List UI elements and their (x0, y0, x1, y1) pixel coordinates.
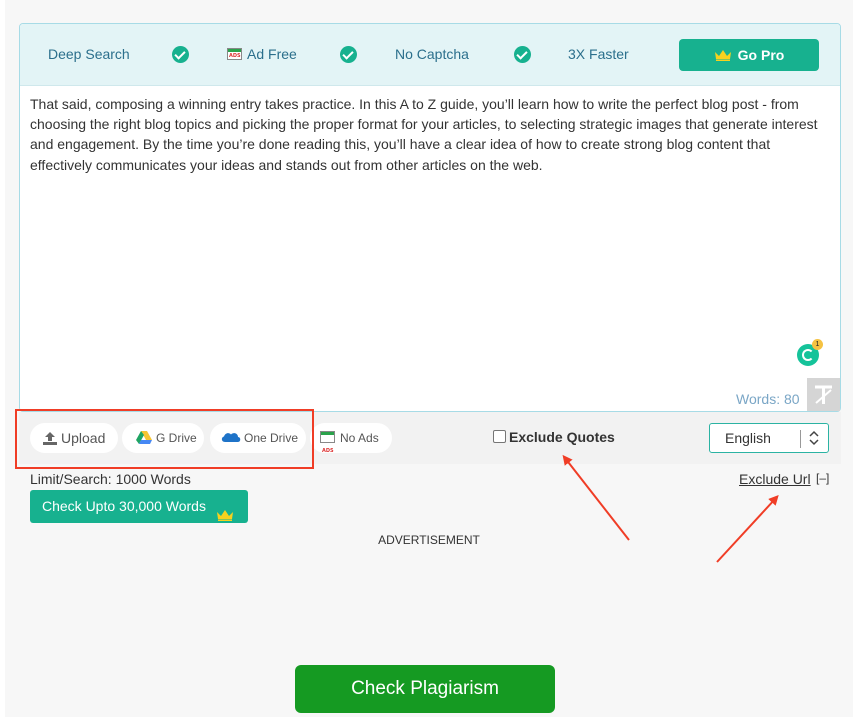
annotation-arrow (562, 454, 630, 541)
annotation-arrows (562, 454, 779, 563)
annotation-arrow (716, 495, 779, 563)
